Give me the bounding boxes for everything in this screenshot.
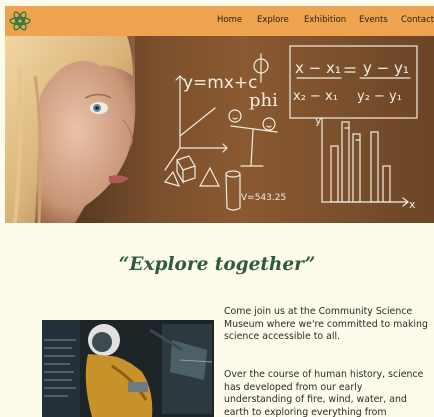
top-nav-bar: Home Explore Exhibition Events Contact (5, 6, 434, 36)
slope-lhs-bottom-text: x₂ − x₁ (293, 89, 338, 104)
nav-link-explore[interactable]: Explore (257, 15, 289, 25)
hero-illustration: y=mx+c phi x − x₁ x₂ − x₁ y − y₁ y₂ − y₁… (5, 36, 418, 223)
chalk-text: y=mx+c phi x − x₁ x₂ − x₁ y − y₁ y₂ − y₁… (183, 59, 416, 211)
linear-equation-text: y=mx+c (183, 73, 258, 93)
chart-y-axis-text: y (315, 114, 322, 127)
nav-link-exhibition[interactable]: Exhibition (304, 15, 346, 25)
astronaut-exhibit-photo (42, 320, 214, 417)
chart-x-axis-text: x (409, 198, 416, 211)
child-portrait (5, 36, 136, 223)
page-tagline: “Explore together” (118, 254, 316, 275)
intro-paragraph: Come join us at the Community Science Mu… (224, 306, 428, 343)
history-paragraph: Over the course of human history, scienc… (224, 369, 424, 417)
hero-image: y=mx+c phi x − x₁ x₂ − x₁ y − y₁ y₂ − y₁… (5, 36, 434, 223)
atom-logo-icon[interactable] (8, 9, 32, 33)
nav-link-home[interactable]: Home (217, 15, 242, 25)
slope-rhs-bottom-text: y₂ − y₁ (357, 89, 402, 104)
slope-rhs-top-text: y − y₁ (363, 59, 409, 77)
page: Home Explore Exhibition Events Contact y… (0, 0, 434, 417)
nav-link-contact[interactable]: Contact (401, 15, 434, 25)
volume-text: V=543.25 (241, 193, 286, 203)
phi-text: phi (249, 90, 278, 111)
nav-link-events[interactable]: Events (359, 15, 388, 25)
slope-lhs-top-text: x − x₁ (295, 59, 341, 77)
